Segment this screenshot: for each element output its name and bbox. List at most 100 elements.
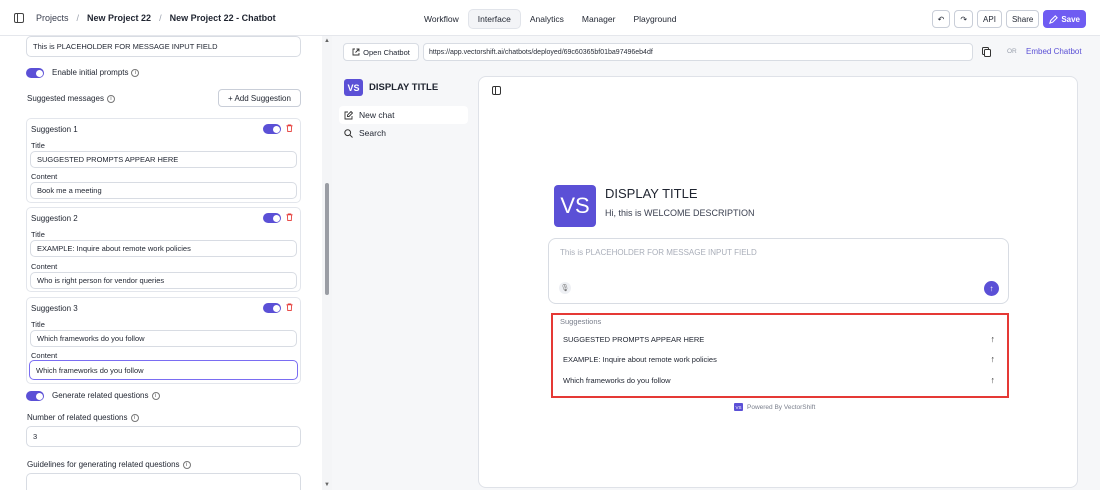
vectorshift-logo: VS bbox=[734, 403, 743, 411]
add-suggestion-button[interactable]: + Add Suggestion bbox=[218, 89, 301, 107]
send-button[interactable]: ↑ bbox=[984, 281, 999, 296]
suggestion-item[interactable]: EXAMPLE: Inquire about remote work polic… bbox=[563, 354, 996, 364]
welcome-description: Hi, this is WELCOME DESCRIPTION bbox=[605, 208, 755, 218]
tab-workflow[interactable]: Workflow bbox=[415, 10, 468, 28]
message-input-placeholder[interactable]: This is PLACEHOLDER FOR MESSAGE INPUT FI… bbox=[560, 248, 757, 257]
enable-initial-prompts-row: Enable initial prompts i bbox=[52, 68, 140, 77]
chatbot-sidebar-title: DISPLAY TITLE bbox=[369, 82, 439, 93]
breadcrumb-separator: / bbox=[159, 13, 162, 23]
content-label: Content bbox=[31, 262, 58, 271]
or-label: OR bbox=[1007, 48, 1017, 55]
scroll-down-arrow[interactable]: ▼ bbox=[324, 482, 330, 488]
share-button[interactable]: Share bbox=[1005, 10, 1040, 28]
arrow-up-icon: ↑ bbox=[990, 375, 996, 385]
redo-button[interactable]: ↷ bbox=[954, 10, 974, 28]
embed-chatbot-link[interactable]: Embed Chatbot bbox=[1026, 47, 1082, 56]
generate-related-label: Generate related questions bbox=[52, 391, 149, 400]
content-label: Content bbox=[31, 351, 58, 360]
suggestion-content-input[interactable]: Book me a meeting bbox=[30, 182, 297, 199]
guidelines-row: Guidelines for generating related questi… bbox=[27, 460, 191, 469]
chatbot-url-field[interactable]: https://app.vectorshift.ai/chatbots/depl… bbox=[423, 43, 973, 61]
suggestion-toggle[interactable] bbox=[263, 124, 281, 134]
suggested-messages-row: Suggested messages i bbox=[27, 94, 115, 103]
suggestion-text: EXAMPLE: Inquire about remote work polic… bbox=[563, 355, 717, 364]
info-icon: i bbox=[130, 413, 139, 422]
suggestion-title-input[interactable]: Which frameworks do you follow bbox=[30, 330, 297, 347]
suggestion-title-input[interactable]: EXAMPLE: Inquire about remote work polic… bbox=[30, 240, 297, 257]
scroll-up-arrow[interactable]: ▲ bbox=[324, 38, 330, 44]
undo-button[interactable]: ↶ bbox=[931, 10, 951, 28]
suggestion-toggle[interactable] bbox=[263, 303, 281, 313]
suggestion-text: Which frameworks do you follow bbox=[563, 376, 671, 385]
suggestions-heading: Suggestions bbox=[560, 317, 602, 326]
chatbot-logo: VS bbox=[344, 79, 363, 96]
info-icon: i bbox=[106, 94, 115, 103]
external-link-icon bbox=[352, 48, 360, 56]
toolbar-actions: ↶ ↷ API Share Save bbox=[931, 10, 1086, 28]
scrollbar-thumb[interactable] bbox=[325, 183, 329, 295]
breadcrumb-projects[interactable]: Projects bbox=[36, 13, 69, 23]
suggestion-title-input[interactable]: SUGGESTED PROMPTS APPEAR HERE bbox=[30, 151, 297, 168]
powered-by-label: Powered By VectorShift bbox=[747, 403, 816, 411]
microphone-icon[interactable]: 🎙 bbox=[559, 282, 571, 294]
chatbot-title: DISPLAY TITLE bbox=[605, 186, 698, 201]
suggested-messages-label: Suggested messages bbox=[27, 94, 104, 103]
open-chatbot-button[interactable]: Open Chatbot bbox=[343, 43, 419, 61]
info-icon: i bbox=[131, 68, 140, 77]
suggestion-content-input[interactable]: Which frameworks do you follow bbox=[29, 360, 298, 380]
suggestion-toggle[interactable] bbox=[263, 213, 281, 223]
suggestion-name: Suggestion 2 bbox=[31, 214, 78, 223]
powered-by[interactable]: VS Powered By VectorShift bbox=[734, 403, 815, 411]
trash-icon[interactable] bbox=[286, 124, 293, 132]
save-label: Save bbox=[1061, 14, 1080, 24]
number-related-row: Number of related questions i bbox=[27, 413, 139, 422]
guidelines-label: Guidelines for generating related questi… bbox=[27, 460, 180, 469]
suggestion-name: Suggestion 1 bbox=[31, 125, 78, 134]
search-button[interactable]: Search bbox=[344, 128, 386, 138]
info-icon: i bbox=[151, 391, 160, 400]
breadcrumb-project[interactable]: New Project 22 bbox=[87, 13, 151, 23]
open-chatbot-label: Open Chatbot bbox=[363, 47, 410, 57]
new-chat-button[interactable]: New chat bbox=[339, 106, 468, 124]
new-chat-label: New chat bbox=[359, 110, 395, 120]
suggestion-item[interactable]: Which frameworks do you follow ↑ bbox=[563, 375, 996, 385]
copy-icon[interactable] bbox=[982, 47, 991, 57]
sidebar-toggle-icon[interactable] bbox=[14, 13, 24, 23]
suggestion-item[interactable]: SUGGESTED PROMPTS APPEAR HERE ↑ bbox=[563, 334, 996, 344]
trash-icon[interactable] bbox=[286, 213, 293, 221]
info-icon: i bbox=[182, 460, 191, 469]
title-label: Title bbox=[31, 141, 45, 150]
arrow-up-icon: ↑ bbox=[990, 354, 996, 364]
tab-manager[interactable]: Manager bbox=[573, 10, 625, 28]
title-label: Title bbox=[31, 230, 45, 239]
generate-related-toggle[interactable] bbox=[26, 391, 44, 401]
number-related-input[interactable]: 3 bbox=[26, 426, 301, 447]
top-bar: Projects / New Project 22 / New Project … bbox=[0, 0, 1100, 36]
placeholder-input[interactable]: This is PLACEHOLDER FOR MESSAGE INPUT FI… bbox=[26, 36, 301, 57]
number-related-label: Number of related questions bbox=[27, 413, 128, 422]
search-icon bbox=[344, 128, 353, 138]
enable-initial-prompts-toggle[interactable] bbox=[26, 68, 44, 78]
trash-icon[interactable] bbox=[286, 303, 293, 311]
nav-tabs: Workflow Interface Analytics Manager Pla… bbox=[415, 9, 685, 29]
suggestion-text: SUGGESTED PROMPTS APPEAR HERE bbox=[563, 335, 705, 344]
guidelines-input[interactable] bbox=[26, 473, 301, 490]
chatbot-avatar: VS bbox=[554, 185, 596, 227]
generate-related-row: Generate related questions i bbox=[52, 391, 160, 400]
enable-initial-prompts-label: Enable initial prompts bbox=[52, 68, 129, 77]
arrow-up-icon: ↑ bbox=[990, 334, 996, 344]
tab-playground[interactable]: Playground bbox=[624, 10, 685, 28]
search-label: Search bbox=[359, 128, 386, 138]
save-button[interactable]: Save bbox=[1043, 10, 1086, 28]
breadcrumb-separator: / bbox=[76, 13, 80, 23]
breadcrumb-chatbot: New Project 22 - Chatbot bbox=[169, 13, 276, 23]
tab-analytics[interactable]: Analytics bbox=[521, 10, 573, 28]
sidebar-toggle-icon[interactable] bbox=[492, 86, 501, 95]
edit-icon bbox=[344, 110, 353, 119]
suggestion-name: Suggestion 3 bbox=[31, 304, 78, 313]
suggestion-content-input[interactable]: Who is right person for vendor queries bbox=[30, 272, 297, 289]
pencil-icon bbox=[1049, 14, 1059, 24]
breadcrumb: Projects / New Project 22 / New Project … bbox=[14, 0, 276, 36]
tab-interface[interactable]: Interface bbox=[467, 9, 521, 29]
api-button[interactable]: API bbox=[977, 10, 1002, 28]
